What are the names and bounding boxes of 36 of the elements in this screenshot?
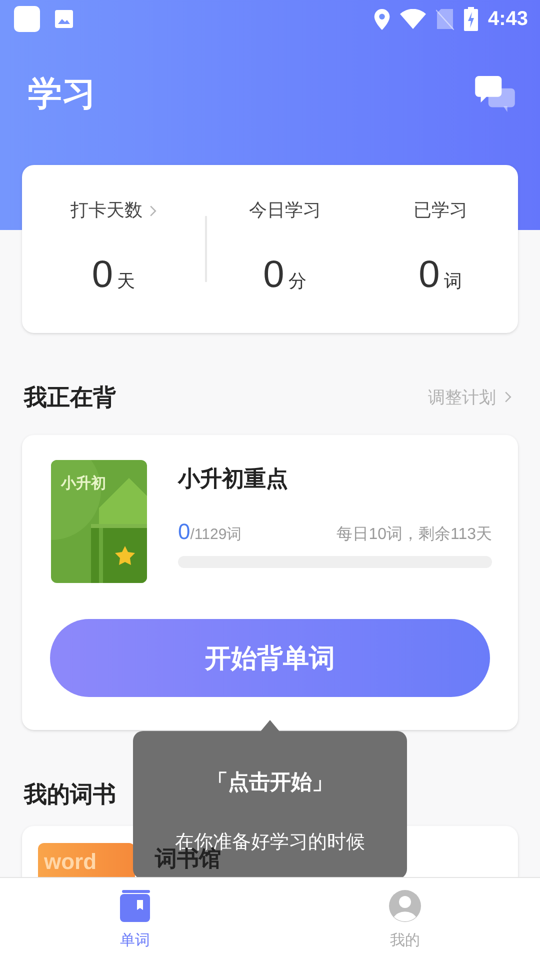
nav-tab[interactable]: 单词	[0, 878, 270, 960]
total-words: /1129词	[190, 525, 242, 545]
stat-unit: 分	[288, 270, 306, 293]
cover-title: 小升初	[61, 473, 106, 494]
cover-title: word	[44, 848, 97, 876]
chevron-icon[interactable]	[148, 204, 156, 218]
notification-icon	[14, 6, 40, 32]
profile-icon	[389, 890, 421, 922]
location-icon	[374, 8, 390, 30]
chevron-icon[interactable]	[504, 390, 512, 404]
book-icon	[120, 890, 150, 922]
no-sim-icon	[436, 8, 454, 30]
stat-label: 今日学习	[248, 199, 321, 222]
stat-label: 已学习	[413, 199, 468, 222]
image-icon	[54, 9, 74, 29]
stat-unit: 天	[117, 270, 136, 293]
book-title: 小升初重点	[178, 465, 288, 493]
wifi-icon	[400, 9, 426, 29]
messages-icon[interactable]	[474, 76, 516, 112]
tooltip-title: 「点击开始」	[207, 770, 333, 796]
learned-count: 0	[178, 518, 190, 546]
star-icon	[115, 546, 135, 565]
stat-label[interactable]: 打卡天数	[70, 197, 142, 224]
section-heading: 我正在背	[24, 383, 116, 412]
stat-unit: 词	[444, 270, 462, 293]
stat-value: 0	[263, 256, 284, 294]
start-button[interactable]: 开始背单词	[50, 619, 490, 697]
stat-value: 0	[418, 256, 440, 294]
battery-charging-icon	[464, 7, 478, 31]
section-heading: 我的词书	[24, 780, 116, 809]
stat-value: 0	[92, 256, 114, 294]
daily-plan: 每日10词，剩余113天	[336, 525, 492, 545]
clock: 4:43	[488, 7, 528, 32]
adjust-plan-link[interactable]: 调整计划	[428, 384, 496, 410]
nav-tab[interactable]: 我的	[270, 878, 540, 960]
page-title: 学习	[28, 77, 96, 111]
